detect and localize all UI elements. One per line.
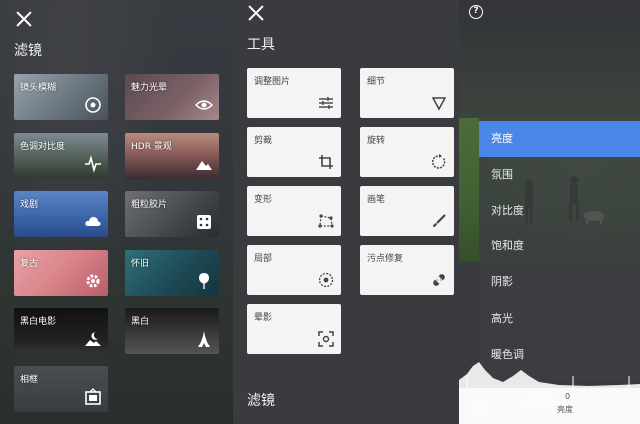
watermark: @语言中心 <box>520 397 566 407</box>
frame-icon <box>85 388 101 405</box>
tool-label: 污点修复 <box>367 254 404 264</box>
tool-label: 细节 <box>367 77 386 87</box>
menu-item-brightness[interactable]: 亮度 <box>479 121 640 157</box>
filter-label: HDR 景观 <box>131 142 172 152</box>
adjust-panel: ? 亮度 氛围 对比度 饱和度 阴影 高光 暖色调 0 亮度 <box>459 0 640 424</box>
tool-card-brush[interactable]: 画笔 <box>360 186 454 236</box>
tool-label: 局部 <box>254 254 273 264</box>
menu-item-saturation[interactable]: 饱和度 <box>479 228 640 264</box>
filter-label: 粗粒胶片 <box>131 200 168 210</box>
menu-item-shadows[interactable]: 阴影 <box>479 264 640 300</box>
tool-card-vignette[interactable]: 晕影 <box>247 304 341 354</box>
tool-card-perspective[interactable]: 变形 <box>247 186 341 236</box>
filter-tile-grainy-film[interactable]: 粗粒胶片 <box>125 191 219 237</box>
tools-panel: 工具 调整图片 细节 剪裁 旋转 变形 画笔 局部 污点修复 晕影 滤镜 <box>233 0 459 424</box>
gear-icon <box>86 274 100 288</box>
filter-tile-hdr-scape[interactable]: HDR 景观 <box>125 133 219 179</box>
menu-item-highlights[interactable]: 高光 <box>479 301 640 337</box>
vignette-icon <box>318 331 334 347</box>
circle-dot-icon <box>85 97 101 113</box>
cloud-icon <box>85 216 101 226</box>
tool-card-crop[interactable]: 剪裁 <box>247 127 341 177</box>
tool-label: 变形 <box>254 195 273 205</box>
brush-icon <box>433 214 446 227</box>
filter-label: 黑白电影 <box>20 317 57 327</box>
tool-card-details[interactable]: 细节 <box>360 68 454 118</box>
filter-tile-lens-blur[interactable]: 镜头模糊 <box>14 74 108 120</box>
menu-item-ambiance[interactable]: 氛围 <box>479 157 640 193</box>
filter-label: 怀旧 <box>131 259 150 269</box>
filters-panel: 滤镜 镜头模糊 魅力光晕 色调对比度 HDR 景观 戏剧 粗粒胶片 复古 怀旧 … <box>0 0 233 424</box>
tool-label: 画笔 <box>367 195 386 205</box>
cancel-close-icon[interactable] <box>473 400 487 414</box>
tool-card-selective[interactable]: 局部 <box>247 245 341 295</box>
film-dots-icon <box>197 215 211 229</box>
filter-label: 镜头模糊 <box>20 83 57 93</box>
menu-item-contrast[interactable]: 对比度 <box>479 193 640 229</box>
tool-card-healing[interactable]: 污点修复 <box>360 245 454 295</box>
brightness-value: 0 <box>565 392 571 401</box>
close-icon[interactable] <box>15 10 33 28</box>
filter-label: 戏剧 <box>20 200 39 210</box>
pulse-icon <box>85 155 101 173</box>
moon-mountain-icon <box>85 332 101 346</box>
histogram <box>459 362 640 388</box>
target-icon <box>318 272 334 288</box>
sliders-icon <box>319 97 333 109</box>
filter-tile-drama[interactable]: 戏剧 <box>14 191 108 237</box>
filter-label: 复古 <box>20 259 39 269</box>
filter-tile-retrolux[interactable]: 复古 <box>14 250 108 296</box>
filter-label: 相框 <box>20 375 39 385</box>
filters-footer-title: 滤镜 <box>247 393 275 409</box>
bandage-icon <box>433 274 445 286</box>
tool-card-rotate[interactable]: 旋转 <box>360 127 454 177</box>
filter-tile-vintage[interactable]: 怀旧 <box>125 250 219 296</box>
tool-label: 晕影 <box>254 313 273 323</box>
filter-label: 魅力光晕 <box>131 83 168 93</box>
mountain-icon <box>196 161 212 170</box>
tools-title: 工具 <box>247 37 275 53</box>
photo-top <box>459 0 640 118</box>
filters-title: 滤镜 <box>14 43 42 59</box>
perspective-icon <box>318 214 334 228</box>
filter-tile-tonal-contrast[interactable]: 色调对比度 <box>14 133 108 179</box>
filter-tile-frames[interactable]: 相框 <box>14 366 108 412</box>
filter-label: 色调对比度 <box>20 142 66 152</box>
filter-tile-black-white[interactable]: 黑白 <box>125 308 219 354</box>
help-icon[interactable]: ? <box>469 5 483 19</box>
tool-label: 调整图片 <box>254 77 291 87</box>
tool-card-tune-image[interactable]: 调整图片 <box>247 68 341 118</box>
rotate-icon <box>431 154 446 169</box>
filter-tile-noir[interactable]: 黑白电影 <box>14 308 108 354</box>
eye-icon <box>195 100 213 110</box>
tower-icon <box>198 331 210 347</box>
filter-label: 黑白 <box>131 317 150 327</box>
close-icon[interactable] <box>247 4 265 22</box>
triangle-icon <box>431 97 447 111</box>
filter-tile-glamour-glow[interactable]: 魅力光晕 <box>125 74 219 120</box>
crop-icon <box>319 155 333 169</box>
balloon-icon <box>199 273 209 289</box>
tool-label: 旋转 <box>367 136 386 146</box>
tool-label: 剪裁 <box>254 136 273 146</box>
